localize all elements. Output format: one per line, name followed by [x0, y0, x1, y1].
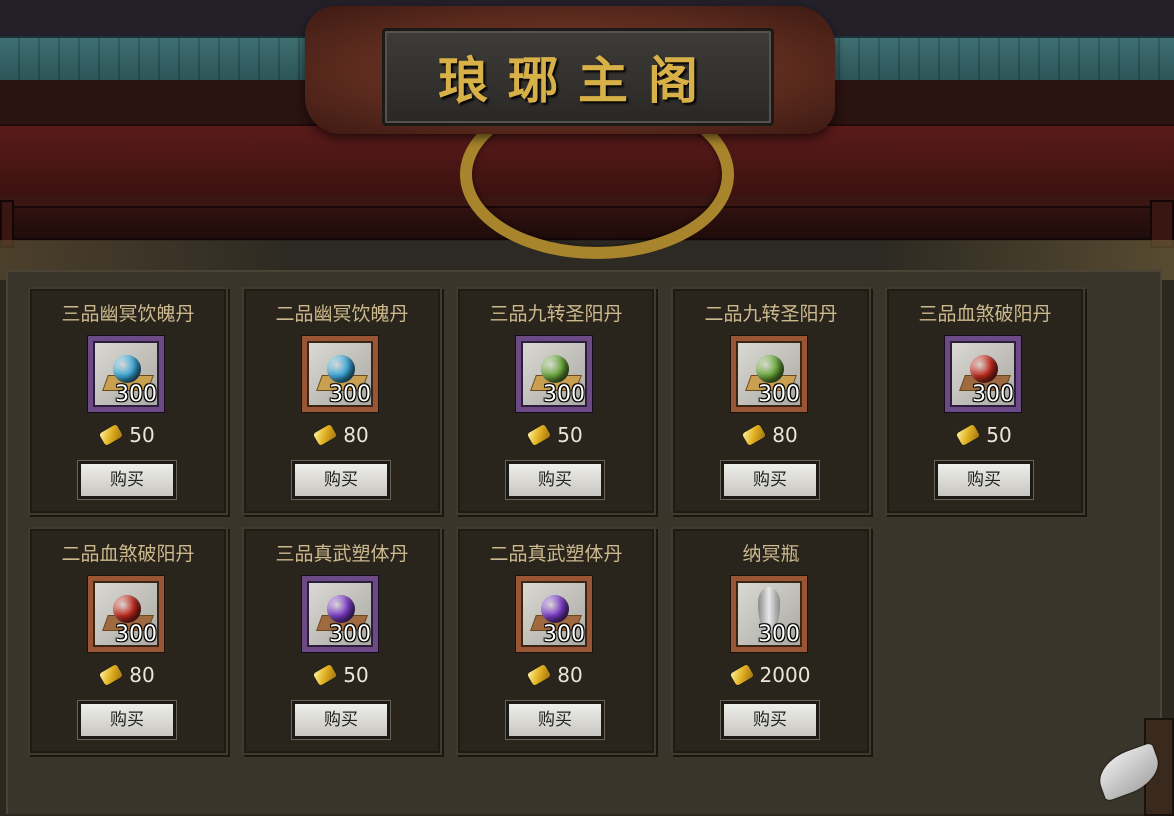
item-icon-slot[interactable]: 300	[731, 576, 807, 652]
pill-icon	[756, 355, 784, 383]
item-quantity: 300	[758, 382, 800, 407]
gold-ingot-icon	[527, 663, 552, 687]
pill-icon	[113, 595, 141, 623]
item-price: 50	[129, 423, 155, 447]
item-price: 80	[557, 663, 583, 687]
price-row: 50	[458, 423, 654, 447]
shop-item-card: 三品九转圣阳丹 300 50 购买	[456, 287, 656, 515]
item-price: 80	[772, 423, 798, 447]
price-row: 80	[673, 423, 869, 447]
shop-item-card: 三品真武塑体丹 300 50 购买	[242, 527, 442, 755]
pill-icon	[541, 595, 569, 623]
item-name: 三品幽冥饮魄丹	[61, 303, 195, 325]
shop-item-card: 纳冥瓶 300 2000 购买	[671, 527, 871, 755]
price-row: 2000	[673, 663, 869, 687]
gold-ingot-icon	[742, 423, 767, 447]
gold-ingot-icon	[313, 663, 338, 687]
buy-button[interactable]: 购买	[505, 700, 605, 740]
price-row: 80	[30, 663, 226, 687]
shop-item-card: 三品幽冥饮魄丹 300 50 购买	[28, 287, 228, 515]
shop-item-card: 二品血煞破阳丹 300 80 购买	[28, 527, 228, 755]
item-quantity: 300	[972, 382, 1014, 407]
buy-button[interactable]: 购买	[291, 460, 391, 500]
item-price: 50	[986, 423, 1012, 447]
buy-button[interactable]: 购买	[720, 700, 820, 740]
item-name: 三品真武塑体丹	[275, 543, 409, 565]
price-row: 80	[244, 423, 440, 447]
item-price: 80	[129, 663, 155, 687]
title-plaque: 琅琊主阁	[382, 28, 774, 126]
item-quantity: 300	[115, 622, 157, 647]
pill-icon	[113, 355, 141, 383]
pill-icon	[327, 595, 355, 623]
price-row: 80	[458, 663, 654, 687]
buy-button[interactable]: 购买	[720, 460, 820, 500]
pill-icon	[327, 355, 355, 383]
page-title: 琅琊主阁	[438, 51, 718, 110]
item-price: 80	[343, 423, 369, 447]
item-name: 二品血煞破阳丹	[61, 543, 195, 565]
item-quantity: 300	[329, 382, 371, 407]
gold-ingot-icon	[527, 423, 552, 447]
shop-item-card: 二品幽冥饮魄丹 300 80 购买	[242, 287, 442, 515]
item-quantity: 300	[543, 622, 585, 647]
shop-item-card: 三品血煞破阳丹 300 50 购买	[885, 287, 1085, 515]
item-icon-slot[interactable]: 300	[516, 336, 592, 412]
item-quantity: 300	[758, 622, 800, 647]
pill-icon	[970, 355, 998, 383]
item-icon-slot[interactable]: 300	[88, 336, 164, 412]
buy-button[interactable]: 购买	[291, 700, 391, 740]
item-name: 纳冥瓶	[742, 543, 800, 565]
item-icon-slot[interactable]: 300	[731, 336, 807, 412]
item-quantity: 300	[115, 382, 157, 407]
item-price: 50	[343, 663, 369, 687]
item-name: 二品幽冥饮魄丹	[275, 303, 409, 325]
buy-button[interactable]: 购买	[77, 460, 177, 500]
buy-button[interactable]: 购买	[77, 700, 177, 740]
gold-ingot-icon	[99, 663, 124, 687]
buy-button[interactable]: 购买	[505, 460, 605, 500]
item-name: 三品血煞破阳丹	[918, 303, 1052, 325]
pill-icon	[541, 355, 569, 383]
item-icon-slot[interactable]: 300	[516, 576, 592, 652]
item-price: 2000	[759, 663, 811, 687]
item-name: 二品真武塑体丹	[489, 543, 623, 565]
buy-button[interactable]: 购买	[934, 460, 1034, 500]
item-quantity: 300	[543, 382, 585, 407]
price-row: 50	[30, 423, 226, 447]
gold-ingot-icon	[956, 423, 981, 447]
shop-item-card: 二品九转圣阳丹 300 80 购买	[671, 287, 871, 515]
item-price: 50	[557, 423, 583, 447]
price-row: 50	[887, 423, 1083, 447]
price-row: 50	[244, 663, 440, 687]
shop-panel: 三品幽冥饮魄丹 300 50 购买 二品幽冥饮魄丹 300 80 购买 三品九转圣阳丹 300 50…	[6, 270, 1162, 814]
item-icon-slot[interactable]: 300	[302, 576, 378, 652]
item-icon-slot[interactable]: 300	[302, 336, 378, 412]
item-icon-slot[interactable]: 300	[945, 336, 1021, 412]
item-name: 三品九转圣阳丹	[489, 303, 623, 325]
gold-ingot-icon	[99, 423, 124, 447]
item-quantity: 300	[329, 622, 371, 647]
item-name: 二品九转圣阳丹	[704, 303, 838, 325]
shop-item-card: 二品真武塑体丹 300 80 购买	[456, 527, 656, 755]
item-icon-slot[interactable]: 300	[88, 576, 164, 652]
gold-ingot-icon	[313, 423, 338, 447]
gold-ingot-icon	[729, 663, 754, 687]
